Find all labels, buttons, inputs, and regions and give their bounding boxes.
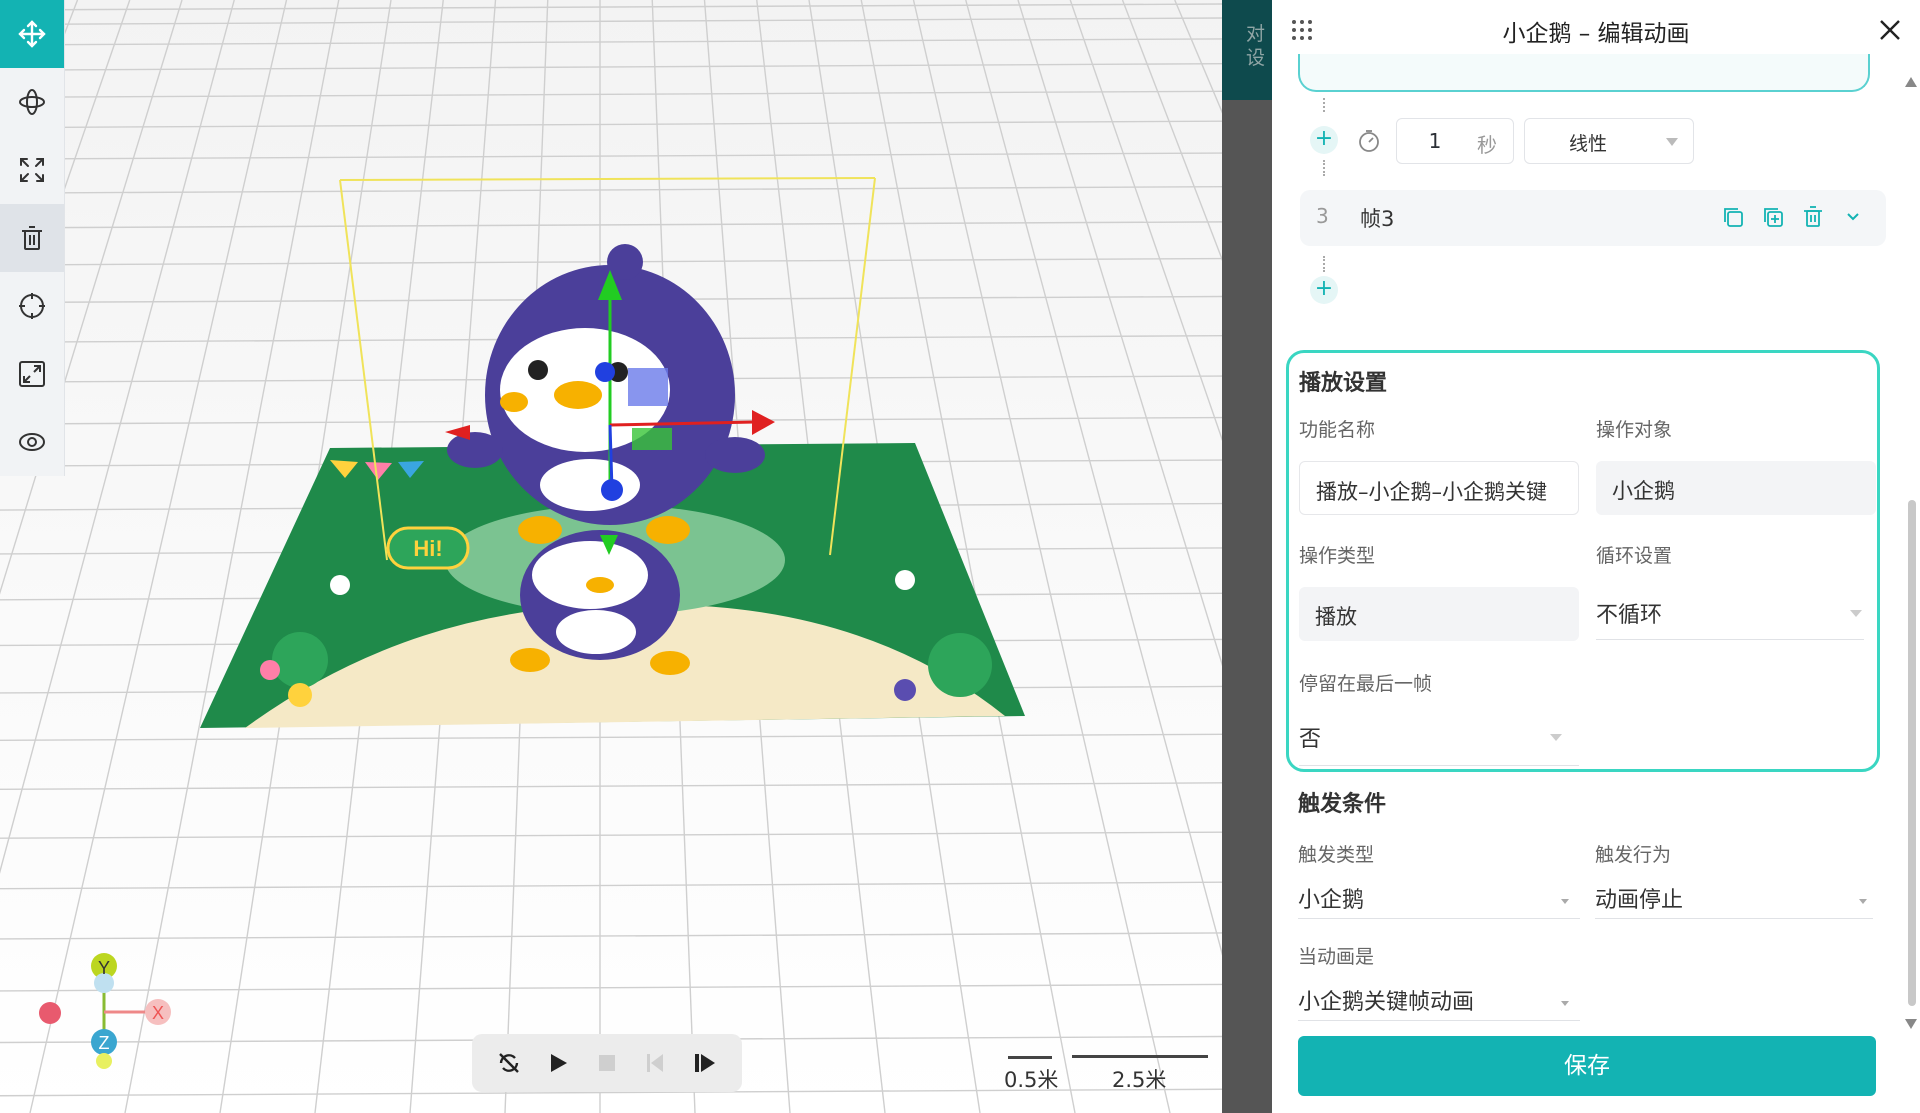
target-field: 小企鹅: [1596, 461, 1876, 515]
duration-unit: 秒: [1477, 133, 1497, 157]
scene-canvas[interactable]: Hi! Y X Z: [0, 0, 1222, 1113]
play-settings-section: 播放设置 功能名称 操作对象 播放–小企鹅–小企鹅关键 小企鹅 操作类型 循环设…: [1286, 350, 1880, 772]
close-icon[interactable]: [1874, 14, 1906, 46]
scrollbar-thumb[interactable]: [1908, 500, 1916, 1006]
duration-value: 1: [1428, 129, 1442, 153]
duplicate-icon[interactable]: [1760, 204, 1786, 230]
chevron-down-icon: [1666, 138, 1678, 146]
timer-icon: [1359, 130, 1379, 152]
when-animation-select[interactable]: 小企鹅关键帧动画: [1298, 984, 1474, 1016]
play-button[interactable]: [541, 1046, 575, 1080]
loop-label: 循环设置: [1596, 545, 1673, 567]
panel-title: 小企鹅 – 编辑动画: [1502, 21, 1690, 47]
axis-x-label: X: [152, 1003, 164, 1023]
scale-tool-button[interactable]: [0, 136, 64, 204]
visibility-icon: [19, 433, 45, 451]
function-name-input[interactable]: 播放–小企鹅–小企鹅关键: [1299, 461, 1579, 515]
axis-z-label: Z: [99, 1033, 110, 1053]
move-icon: [18, 20, 46, 48]
delete-tool-button[interactable]: [0, 204, 64, 272]
collapsed-side-panel: 对 设: [1222, 0, 1272, 1113]
stay-last-label: 停留在最后一帧: [1299, 673, 1433, 695]
chevron-down-icon[interactable]: [1840, 204, 1866, 230]
op-type-field: 播放: [1299, 587, 1579, 641]
playback-bar: [472, 1034, 742, 1092]
target-label: 操作对象: [1596, 419, 1673, 441]
add-frame-button[interactable]: +: [1310, 126, 1338, 154]
scale-bar-small: [1008, 1056, 1052, 1059]
function-name-value: 播放–小企鹅–小企鹅关键: [1316, 480, 1547, 504]
loop-select[interactable]: 不循环: [1596, 597, 1662, 629]
delete-icon: [22, 226, 42, 250]
chevron-down-icon: [1561, 899, 1569, 904]
scroll-down-arrow-icon[interactable]: [1904, 1018, 1918, 1030]
easing-select[interactable]: 线性: [1524, 118, 1694, 164]
stop-button[interactable]: [590, 1046, 624, 1080]
step-back-button[interactable]: [639, 1046, 673, 1080]
trash-icon[interactable]: [1800, 204, 1826, 230]
rotate-tool-button[interactable]: [0, 68, 64, 136]
step-forward-button[interactable]: [688, 1046, 722, 1080]
chevron-down-icon: [1561, 1001, 1569, 1006]
copy-icon[interactable]: [1720, 204, 1746, 230]
3d-viewport[interactable]: Hi! Y X Z 0.5米 2.5米: [0, 0, 1222, 1113]
collapsed-panel-text-2: 设: [1246, 47, 1266, 69]
viewport-toolbar: [0, 0, 65, 476]
chevron-down-icon: [1550, 734, 1562, 741]
panel-header: 小企鹅 – 编辑动画: [1272, 0, 1920, 60]
collapsed-panel-text-1: 对: [1246, 23, 1266, 45]
op-type-label: 操作类型: [1299, 545, 1376, 567]
trigger-action-label: 触发行为: [1595, 844, 1672, 866]
fit-icon: [19, 361, 45, 387]
scroll-up-arrow-icon[interactable]: [1904, 76, 1918, 88]
save-button[interactable]: 保存: [1298, 1036, 1876, 1096]
trigger-action-select[interactable]: 动画停止: [1595, 882, 1683, 914]
trigger-type-label: 触发类型: [1298, 844, 1375, 866]
frame3-index: 3: [1316, 204, 1329, 228]
scale-label-large: 2.5米: [1112, 1068, 1167, 1092]
collapsed-panel-tab[interactable]: 对 设: [1222, 0, 1272, 100]
add-frame-button[interactable]: +: [1310, 276, 1338, 304]
duration-input[interactable]: 1 秒: [1396, 118, 1514, 164]
loop-toggle-button[interactable]: [492, 1046, 526, 1080]
scale-icon: [20, 158, 44, 182]
target-value: 小企鹅: [1612, 479, 1675, 503]
step-forward-icon: [695, 1054, 716, 1072]
stay-last-select[interactable]: 否: [1299, 721, 1321, 753]
focus-tool-button[interactable]: [0, 272, 64, 340]
trigger-type-select[interactable]: 小企鹅: [1298, 882, 1364, 914]
chevron-down-icon: [1859, 899, 1867, 904]
when-animation-label: 当动画是: [1298, 946, 1375, 968]
move-tool-button[interactable]: [0, 0, 64, 68]
axis-y-label: Y: [98, 958, 110, 978]
play-settings-title: 播放设置: [1299, 371, 1388, 396]
sign-text: Hi!: [413, 536, 442, 561]
scale-label-small: 0.5米: [1004, 1068, 1059, 1092]
step-back-icon: [647, 1054, 664, 1072]
op-type-value: 播放: [1315, 605, 1357, 629]
loop-off-icon: [498, 1053, 519, 1073]
trigger-title: 触发条件: [1298, 792, 1387, 817]
focus-icon: [19, 293, 45, 319]
play-icon: [550, 1054, 567, 1072]
stop-icon: [598, 1055, 615, 1071]
function-name-label: 功能名称: [1299, 419, 1376, 441]
scale-bar-large: [1072, 1055, 1208, 1058]
edit-animation-panel: 小企鹅 – 编辑动画 + 1 秒 线性 3 帧3 + 播放设置 功能名称 操作对…: [1272, 0, 1920, 1113]
frame3-label: 帧3: [1360, 207, 1395, 231]
rotate-icon: [19, 89, 45, 115]
visibility-tool-button[interactable]: [0, 408, 64, 476]
frame3-card[interactable]: 3 帧3: [1300, 190, 1886, 246]
easing-value: 线性: [1569, 133, 1608, 155]
chevron-down-icon: [1850, 610, 1862, 617]
frame2-card[interactable]: [1298, 54, 1870, 92]
fit-tool-button[interactable]: [0, 340, 64, 408]
